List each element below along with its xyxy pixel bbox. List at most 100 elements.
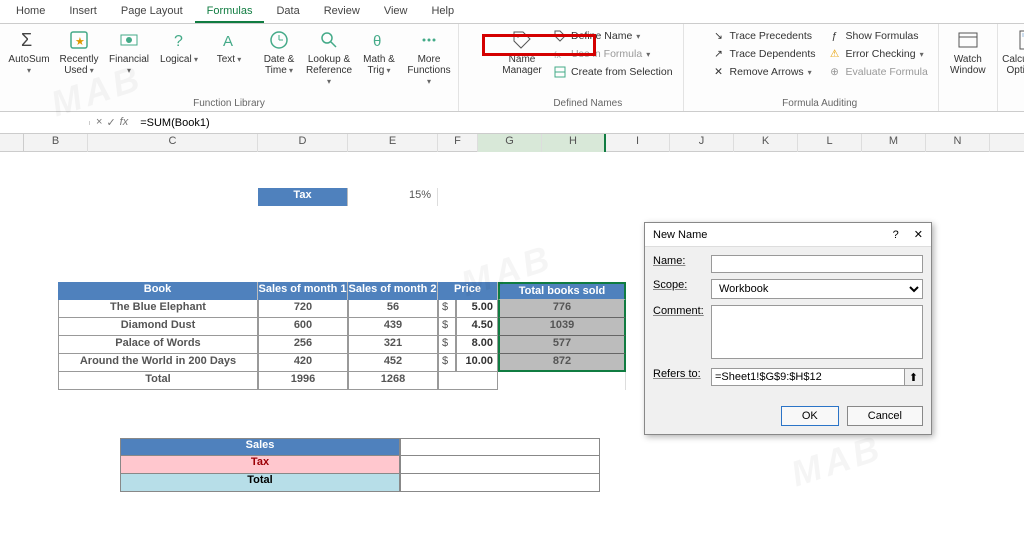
price[interactable]: 10.00 bbox=[456, 354, 498, 372]
name-input[interactable] bbox=[711, 255, 923, 273]
scope-label: Scope: bbox=[653, 279, 711, 291]
total-sold[interactable]: 776 bbox=[498, 300, 626, 318]
watch-window-button[interactable]: Watch Window bbox=[945, 28, 991, 76]
sales-m1[interactable]: 420 bbox=[258, 354, 348, 372]
arrow-out-icon: ↗ bbox=[712, 47, 726, 61]
mini-total: Total bbox=[120, 474, 400, 492]
date-time-button[interactable]: Date & Time bbox=[256, 28, 302, 76]
fx-icon[interactable]: fx bbox=[120, 116, 129, 129]
total-sold[interactable]: 872 bbox=[498, 354, 626, 372]
tab-data[interactable]: Data bbox=[264, 1, 311, 23]
price[interactable]: 5.00 bbox=[456, 300, 498, 318]
define-name-button[interactable]: Define Name bbox=[549, 28, 677, 44]
cancel-icon[interactable]: × bbox=[96, 116, 102, 129]
sigma-icon: Σ bbox=[17, 28, 41, 52]
math-trig-button[interactable]: θMath & Trig bbox=[356, 28, 402, 76]
col-I[interactable]: I bbox=[606, 134, 670, 152]
name-box[interactable] bbox=[0, 121, 90, 125]
tab-formulas[interactable]: Formulas bbox=[195, 1, 265, 23]
refers-to-input[interactable] bbox=[711, 368, 905, 386]
book-name[interactable]: The Blue Elephant bbox=[58, 300, 258, 318]
name-manager-button[interactable]: Name Manager bbox=[499, 28, 545, 76]
help-button[interactable]: ? bbox=[893, 229, 899, 241]
comment-input[interactable] bbox=[711, 305, 923, 359]
col-B[interactable]: B bbox=[24, 134, 88, 152]
create-from-selection-button[interactable]: Create from Selection bbox=[549, 64, 677, 80]
book-name[interactable]: Palace of Words bbox=[58, 336, 258, 354]
tab-view[interactable]: View bbox=[372, 1, 420, 23]
col-L[interactable]: L bbox=[798, 134, 862, 152]
col-M[interactable]: M bbox=[862, 134, 926, 152]
sales-m2[interactable]: 321 bbox=[348, 336, 438, 354]
ok-button[interactable]: OK bbox=[781, 406, 839, 426]
calculation-options-button[interactable]: Calculation Options bbox=[1004, 28, 1024, 76]
book-name[interactable]: Diamond Dust bbox=[58, 318, 258, 336]
col-K[interactable]: K bbox=[734, 134, 798, 152]
col-N[interactable]: N bbox=[926, 134, 990, 152]
total-sold[interactable]: 1039 bbox=[498, 318, 626, 336]
tab-review[interactable]: Review bbox=[312, 1, 372, 23]
dialog-title: New Name bbox=[653, 229, 707, 241]
col-G[interactable]: G bbox=[478, 134, 542, 152]
tab-insert[interactable]: Insert bbox=[57, 1, 109, 23]
ribbon-tabs: Home Insert Page Layout Formulas Data Re… bbox=[0, 0, 1024, 24]
enter-icon[interactable]: ✓ bbox=[106, 116, 115, 129]
sales-m1[interactable]: 720 bbox=[258, 300, 348, 318]
range-picker-icon[interactable]: ⬆ bbox=[905, 368, 923, 386]
currency[interactable]: $ bbox=[438, 318, 456, 336]
question-icon: ? bbox=[167, 28, 191, 52]
tab-help[interactable]: Help bbox=[419, 1, 466, 23]
sales-m1[interactable]: 256 bbox=[258, 336, 348, 354]
remove-arrows-button[interactable]: ✕Remove Arrows bbox=[708, 64, 820, 80]
col-F[interactable]: F bbox=[438, 134, 478, 152]
magnify-icon: ⊕ bbox=[828, 65, 842, 79]
tax-value[interactable]: 15% bbox=[348, 188, 438, 206]
error-checking-button[interactable]: ⚠Error Checking bbox=[824, 46, 932, 62]
col-E[interactable]: E bbox=[348, 134, 438, 152]
formula-input[interactable]: =SUM(Book1) bbox=[134, 115, 1024, 131]
tab-home[interactable]: Home bbox=[4, 1, 57, 23]
column-headers: B C D E F G H I J K L M N bbox=[0, 134, 1024, 152]
dots-icon bbox=[417, 28, 441, 52]
close-button[interactable]: ✕ bbox=[914, 229, 923, 241]
total-sold[interactable]: 577 bbox=[498, 336, 626, 354]
sales-m2[interactable]: 56 bbox=[348, 300, 438, 318]
col-H[interactable]: H bbox=[542, 134, 606, 152]
recently-used-button[interactable]: ★Recently Used bbox=[56, 28, 102, 76]
svg-text:fx: fx bbox=[554, 50, 562, 60]
evaluate-formula-button[interactable]: ⊕Evaluate Formula bbox=[824, 64, 932, 80]
group-formula-auditing: ↘Trace Precedents ↗Trace Dependents ✕Rem… bbox=[684, 24, 939, 111]
use-in-formula-button[interactable]: fxUse in Formula bbox=[549, 46, 677, 62]
tab-page-layout[interactable]: Page Layout bbox=[109, 1, 195, 23]
currency[interactable]: $ bbox=[438, 354, 456, 372]
trace-precedents-button[interactable]: ↘Trace Precedents bbox=[708, 28, 820, 44]
warning-icon: ⚠ bbox=[828, 47, 842, 61]
price[interactable]: 8.00 bbox=[456, 336, 498, 354]
autosum-button[interactable]: ΣAutoSum bbox=[6, 28, 52, 76]
scope-select[interactable]: Workbook bbox=[711, 279, 923, 299]
trace-dependents-button[interactable]: ↗Trace Dependents bbox=[708, 46, 820, 62]
sales-m2[interactable]: 439 bbox=[348, 318, 438, 336]
sales-m1[interactable]: 600 bbox=[258, 318, 348, 336]
group-watch-window: Watch Window bbox=[939, 24, 998, 111]
currency[interactable]: $ bbox=[438, 336, 456, 354]
col-D[interactable]: D bbox=[258, 134, 348, 152]
price[interactable]: 4.50 bbox=[456, 318, 498, 336]
cancel-button[interactable]: Cancel bbox=[847, 406, 923, 426]
group-defined-names: Name Manager Define Name fxUse in Formul… bbox=[459, 24, 684, 111]
currency[interactable]: $ bbox=[438, 300, 456, 318]
lookup-button[interactable]: Lookup & Reference bbox=[306, 28, 352, 87]
financial-button[interactable]: Financial bbox=[106, 28, 152, 76]
svg-text:★: ★ bbox=[75, 36, 85, 48]
show-formulas-button[interactable]: ƒShow Formulas bbox=[824, 28, 932, 44]
group-calculation: Calculation Options ▦Calcu ▦Calcu Calcul… bbox=[998, 24, 1024, 111]
text-button[interactable]: AText bbox=[206, 28, 252, 65]
tag-icon bbox=[510, 28, 534, 52]
logical-button[interactable]: ?Logical bbox=[156, 28, 202, 65]
sales-m2[interactable]: 452 bbox=[348, 354, 438, 372]
refers-label: Refers to: bbox=[653, 368, 711, 380]
col-J[interactable]: J bbox=[670, 134, 734, 152]
book-name[interactable]: Around the World in 200 Days bbox=[58, 354, 258, 372]
col-C[interactable]: C bbox=[88, 134, 258, 152]
more-functions-button[interactable]: More Functions bbox=[406, 28, 452, 87]
